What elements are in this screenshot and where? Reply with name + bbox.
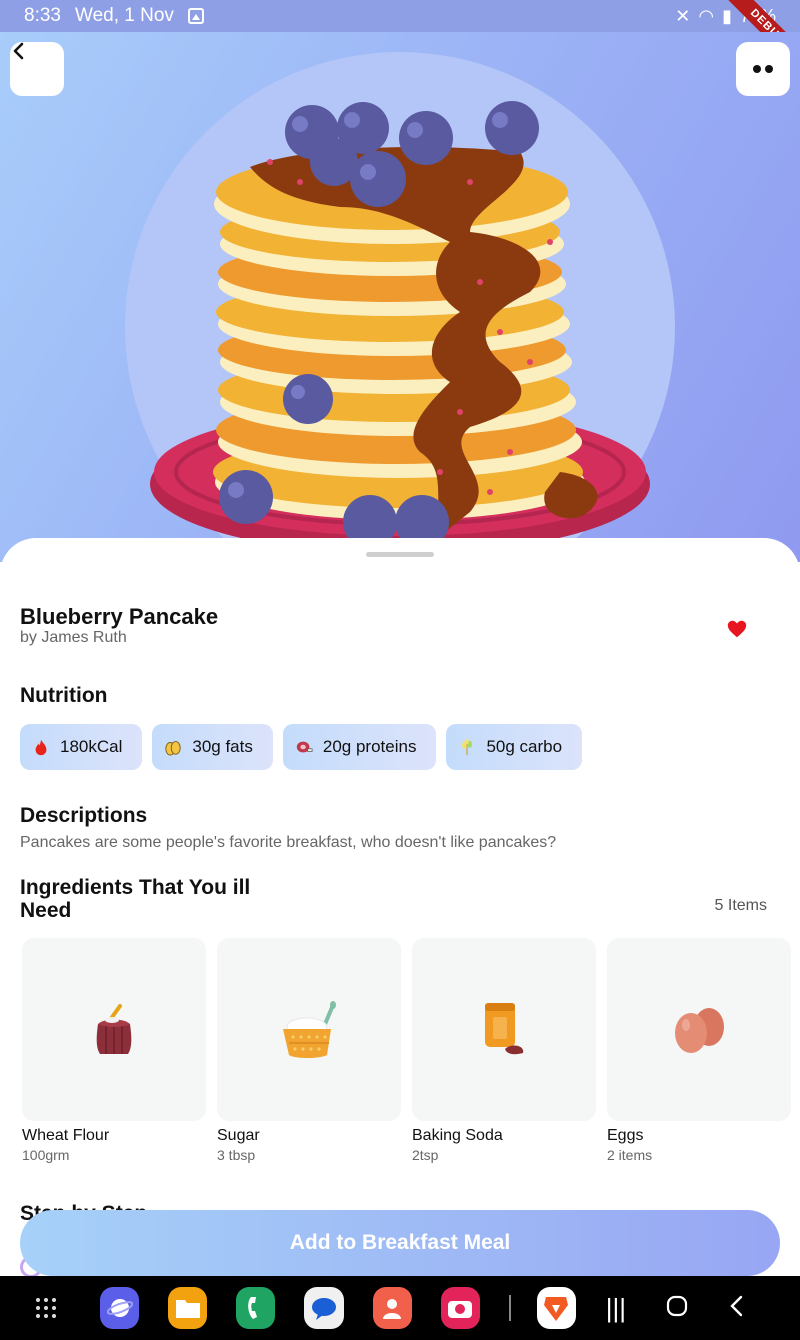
folder-glyph — [175, 1300, 200, 1318]
avocado-icon — [165, 741, 182, 756]
ingredient-card[interactable]: Baking Soda 2tsp — [412, 938, 596, 1163]
ingredients-count: 5 Items — [714, 897, 767, 914]
wifi-icon: ◠ — [698, 5, 715, 26]
ingredient-image — [22, 938, 206, 1121]
contacts-app-icon[interactable] — [372, 1287, 412, 1329]
phone-app-icon[interactable] — [236, 1287, 276, 1329]
gallery-icon — [187, 8, 204, 24]
eggs-icon — [675, 1007, 724, 1053]
nutrition-chip-label: 30g fats — [192, 737, 253, 756]
camera-glyph — [448, 1301, 473, 1318]
ingredient-qty: 2tsp — [412, 1147, 439, 1163]
files-app-icon[interactable] — [168, 1287, 208, 1329]
internet-app-icon[interactable] — [100, 1287, 140, 1329]
ingredient-card[interactable]: Eggs 2 items — [607, 938, 791, 1163]
status-date: Wed, 1 Nov — [74, 5, 174, 26]
more-dots-icon — [753, 65, 773, 73]
nutrition-chip-label: 180kCal — [60, 737, 123, 756]
status-bar: 8:33 Wed, 1 Nov ✕ ◠ ▮ 79% DEBUG — [0, 0, 800, 76]
nav-back-icon[interactable] — [728, 1293, 744, 1324]
ingredient-image — [217, 938, 401, 1121]
description-text: Pancakes are some people's favorite brea… — [20, 834, 557, 851]
ingredient-card[interactable]: Wheat Flour 100grm — [22, 938, 206, 1163]
ingredient-qty: 2 items — [607, 1147, 653, 1163]
chevron-left-icon — [13, 42, 24, 60]
brave-lion-glyph — [544, 1297, 569, 1321]
recipe-author: by James Ruth — [20, 629, 127, 646]
recent-apps-icon[interactable]: ||| — [606, 1293, 626, 1324]
hero-image — [0, 32, 800, 562]
app-drawer-icon[interactable] — [36, 1298, 56, 1318]
signal-icon: ▮ — [722, 5, 732, 26]
wheat-icon — [462, 738, 473, 756]
android-nav-bar: ||| — [0, 1276, 800, 1340]
nutrition-heading: Nutrition — [20, 684, 108, 707]
internet-planet-glyph — [106, 1299, 133, 1317]
favorite-heart-icon[interactable] — [726, 618, 748, 640]
brave-browser-icon[interactable] — [536, 1287, 576, 1329]
baking-soda-jar-icon — [485, 1002, 524, 1054]
ingredient-card[interactable]: Sugar 3 tbsp — [217, 938, 401, 1163]
descriptions-heading: Descriptions — [20, 804, 148, 827]
phone-glyph — [248, 1297, 257, 1319]
ingredient-name: Eggs — [607, 1127, 644, 1144]
message-bubble-glyph — [311, 1298, 336, 1320]
recipe-sheet: Blueberry Pancake by James Ruth Nutritio… — [0, 538, 800, 1278]
nav-separator — [508, 1295, 511, 1321]
ingredient-name: Sugar — [217, 1127, 260, 1144]
sheet-drag-handle[interactable] — [366, 552, 434, 557]
status-time: 8:33 — [24, 5, 61, 26]
ingredient-name: Wheat Flour — [22, 1127, 110, 1144]
ingredient-name: Baking Soda — [412, 1127, 503, 1144]
camera-app-icon[interactable] — [440, 1287, 480, 1329]
flour-sack-icon — [96, 1003, 132, 1054]
meat-icon — [296, 741, 313, 753]
recipe-title: Blueberry Pancake — [20, 604, 219, 629]
sugar-bowl-icon — [283, 1000, 336, 1058]
back-button[interactable] — [10, 42, 64, 96]
more-options-button[interactable] — [736, 42, 790, 96]
ingredients-heading: Ingredients That You ill Need — [20, 876, 251, 922]
nutrition-chip-calories: 180kCal — [20, 724, 143, 770]
nutrition-chip-label: 20g proteins — [322, 737, 417, 756]
ingredient-image — [607, 938, 791, 1121]
flame-icon — [35, 739, 47, 756]
add-to-breakfast-button[interactable]: Add to Breakfast Meal — [20, 1210, 780, 1276]
person-glyph — [383, 1299, 402, 1319]
ingredient-image — [412, 938, 596, 1121]
back-chevron-glyph — [730, 1295, 743, 1316]
pancake-illustration — [150, 101, 650, 554]
nutrition-chips: 180kCal 30g fats 20g proteins 50g carbo — [20, 724, 583, 770]
messages-app-icon[interactable] — [304, 1287, 344, 1329]
ingredient-qty: 3 tbsp — [217, 1147, 256, 1163]
ingredients-list: Wheat Flour 100grm Sugar 3 tbsp Baking S… — [22, 938, 791, 1163]
nutrition-chip-carbs: 50g carbo — [446, 724, 583, 770]
nutrition-chip-proteins: 20g proteins — [282, 724, 437, 770]
ingredient-qty: 100grm — [22, 1147, 70, 1163]
nutrition-chip-label: 50g carbo — [486, 737, 563, 756]
home-icon[interactable] — [666, 1293, 688, 1324]
nutrition-chip-fats: 30g fats — [152, 724, 273, 770]
home-rounded-square-glyph — [666, 1295, 688, 1316]
mute-icon: ✕ — [675, 5, 691, 26]
